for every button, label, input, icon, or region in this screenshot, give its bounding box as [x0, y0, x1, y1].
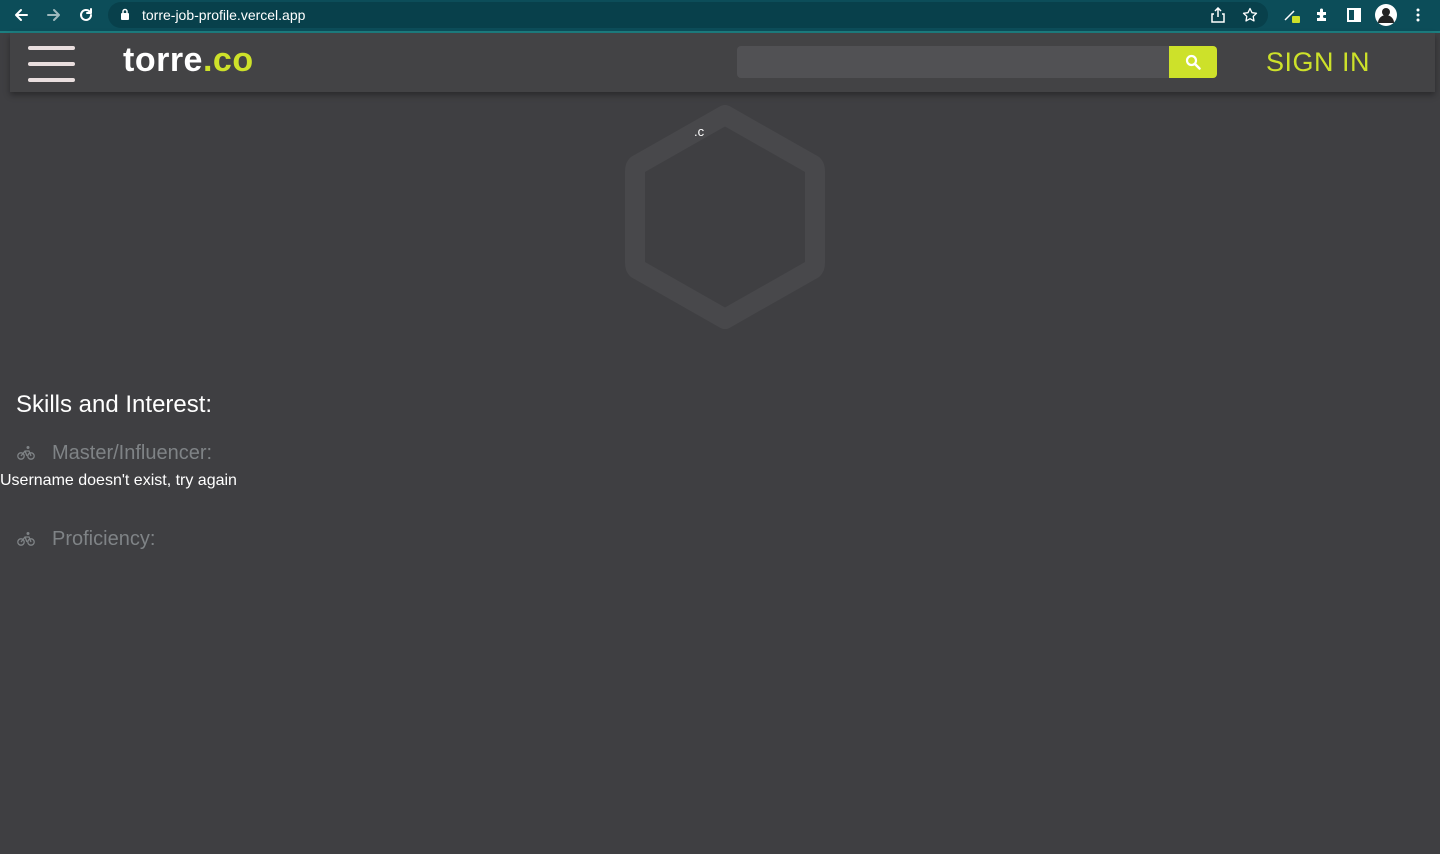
lock-icon [121, 8, 129, 20]
forward-icon[interactable] [43, 4, 65, 26]
profile-image-alt-text: .‌c [694, 124, 705, 139]
bicycle-icon [17, 532, 35, 546]
profile-avatar-icon[interactable] [1375, 4, 1397, 26]
search-input[interactable] [737, 46, 1169, 78]
search-button[interactable] [1169, 46, 1217, 78]
bookmark-star-icon[interactable] [1240, 5, 1260, 25]
puzzle-extensions-icon[interactable] [1312, 5, 1332, 25]
reload-icon[interactable] [75, 4, 97, 26]
master-influencer-label: Master/Influencer: [52, 442, 213, 464]
extension-pen-icon[interactable] [1282, 5, 1302, 25]
profile-hexagon-frame [625, 105, 825, 329]
hamburger-menu-icon[interactable] [28, 45, 75, 83]
url-text: torre-job-profile.vercel.app [142, 7, 306, 23]
logo-tld-text: .co [202, 41, 254, 79]
torre-logo[interactable]: torre.co [123, 41, 254, 80]
bicycle-icon [17, 446, 35, 460]
sign-in-button[interactable]: SIGN IN [1266, 47, 1370, 78]
app-header: torre.co SIGN IN [10, 33, 1435, 92]
logo-main-text: torre [123, 41, 203, 79]
browser-toolbar: torre-job-profile.vercel.app [0, 0, 1440, 33]
skills-title: Skills and Interest: [16, 391, 213, 418]
more-menu-icon[interactable] [1408, 5, 1428, 25]
back-icon[interactable] [10, 4, 32, 26]
share-icon[interactable] [1208, 5, 1228, 25]
address-bar[interactable]: torre-job-profile.vercel.app [108, 2, 1268, 28]
error-message: Username doesn't exist, try again [0, 472, 237, 489]
search-icon [1185, 54, 1201, 70]
proficiency-label: Proficiency: [52, 528, 156, 550]
side-panel-icon[interactable] [1344, 5, 1364, 25]
